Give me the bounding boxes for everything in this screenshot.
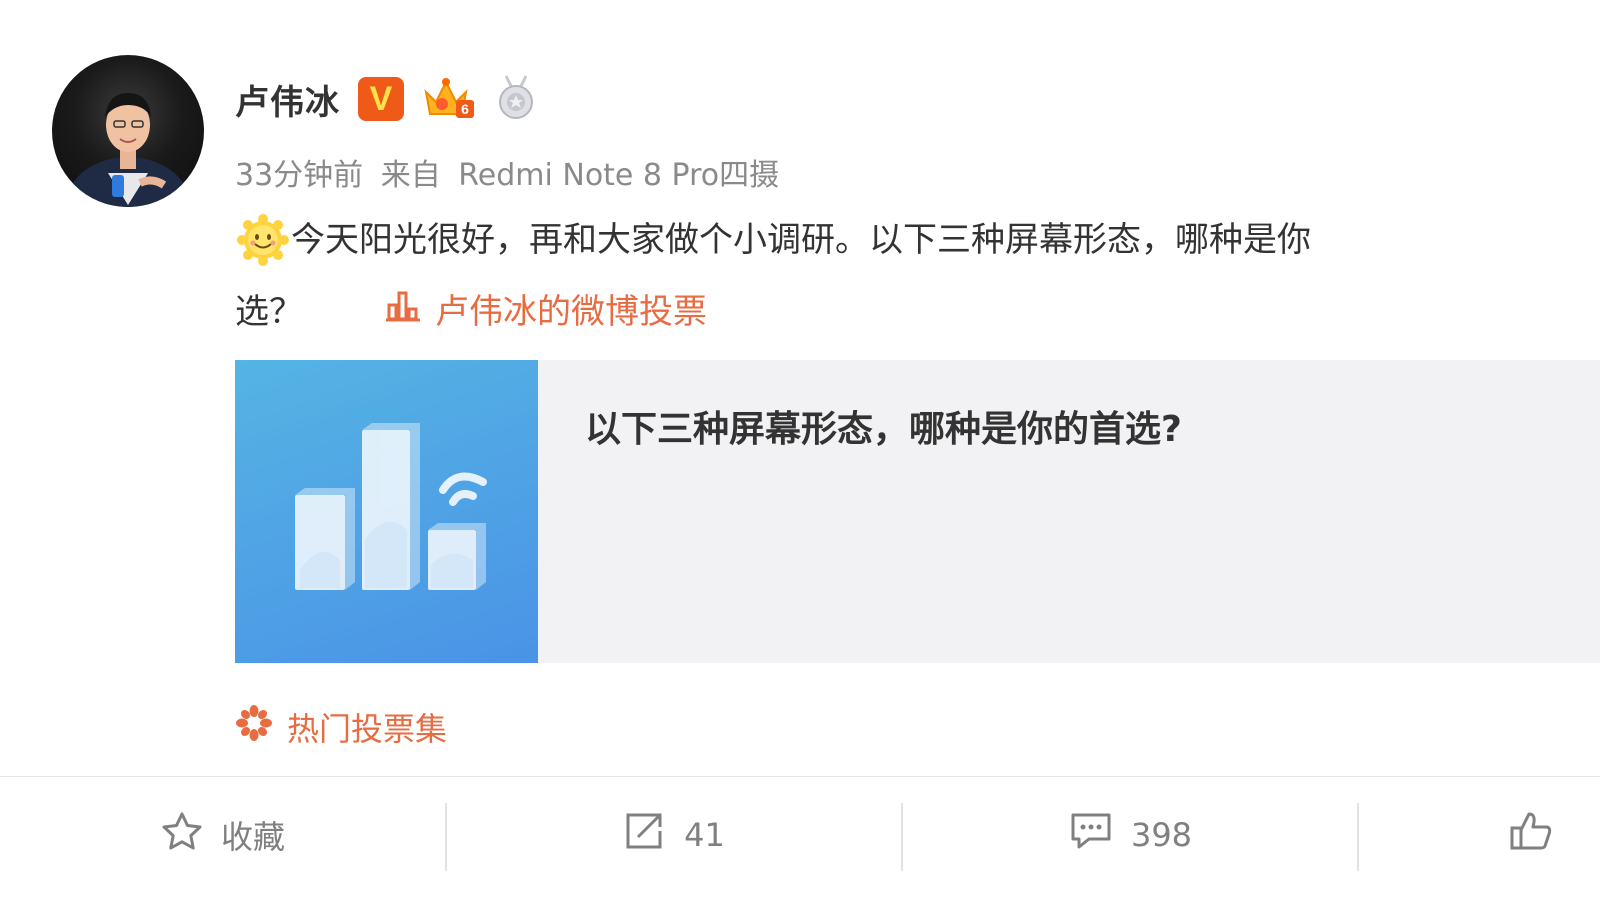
verified-v-icon[interactable]: V [358,77,404,121]
repost-button[interactable]: 41 [447,777,902,892]
comment-icon [1069,811,1113,859]
crown-level-icon[interactable]: 6 [422,74,476,124]
user-avatar[interactable] [52,55,204,207]
hot-votes-link[interactable]: 热门投票集 [235,704,447,750]
flower-icon [235,704,273,750]
star-icon [161,811,203,859]
username[interactable]: 卢伟冰 [235,75,340,124]
poll-card[interactable]: 以下三种屏幕形态，哪种是你的首选? [235,360,1600,663]
poll-title[interactable]: 以下三种屏幕形态，哪种是你的首选? [585,400,1182,452]
post-meta: 33分钟前 来自 Redmi Note 8 Pro四摄 [235,150,779,194]
favorite-button[interactable]: 收藏 [0,777,446,892]
poll-chart-illustration [295,423,487,590]
post-content: 今天阳光很好，再和大家做个小调研。以下三种屏幕形态，哪种是你 选？ 卢伟冰的微博… [235,210,1600,342]
share-icon [624,811,666,859]
post-text-line1: 今天阳光很好，再和大家做个小调研。以下三种屏幕形态，哪种是你 [291,220,1311,260]
repost-count: 41 [684,815,725,854]
bar-chart-icon [385,277,421,347]
favorite-label: 收藏 [220,817,285,856]
svg-text:6: 6 [461,101,469,117]
medal-icon[interactable] [494,74,538,124]
thumbs-up-icon [1509,810,1553,860]
weibo-vote-link[interactable]: 卢伟冰的微博投票 [385,277,707,347]
sun-smile-emoji-icon [235,212,291,268]
weibo-post: 卢伟冰 V 6 33分钟前 来自 Redmi Note 8 Pro四摄 今天阳光… [0,0,1600,900]
action-bar: 收藏 41 398 [0,777,1600,900]
source-device[interactable]: Redmi Note 8 Pro四摄 [458,158,779,193]
comment-count: 398 [1130,815,1193,854]
hot-votes-label: 热门投票集 [287,710,448,748]
comment-button[interactable]: 398 [903,777,1358,892]
poll-thumbnail [235,360,538,663]
post-time[interactable]: 33分钟前 [235,158,363,193]
vote-link-label: 卢伟冰的微博投票 [435,292,707,332]
post-text-line2: 选？ [235,292,303,332]
like-button[interactable] [1359,777,1600,892]
source-label: 来自 [380,158,441,193]
user-header: 卢伟冰 V 6 [235,74,538,124]
